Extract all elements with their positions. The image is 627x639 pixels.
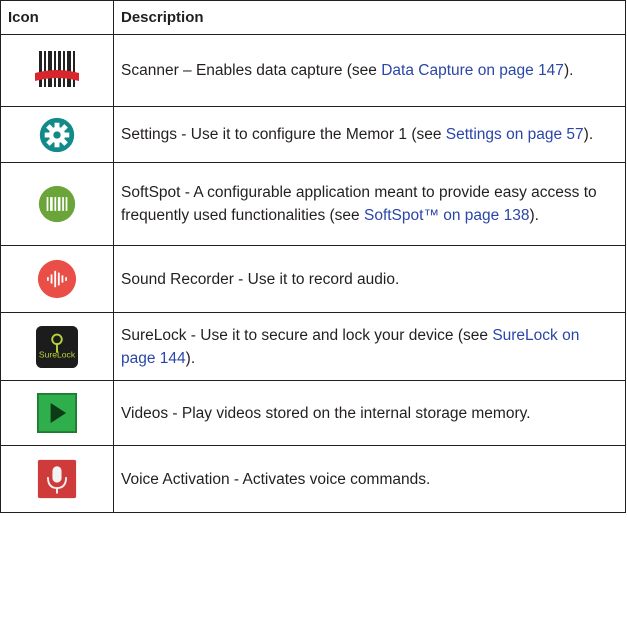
sound-recorder-icon — [37, 259, 77, 299]
table-row: Voice Activation - Activates voice comma… — [0, 445, 626, 513]
voice-activation-microphone-icon — [37, 459, 77, 499]
page-link[interactable]: Data Capture on page 147 — [381, 62, 564, 79]
table-row: SureLock SureLock - Use it to secure and… — [0, 312, 626, 381]
description-cell: Voice Activation - Activates voice comma… — [113, 445, 626, 513]
header-icon: Icon — [0, 0, 114, 35]
table-row: Sound Recorder - Use it to record audio. — [0, 245, 626, 313]
videos-play-icon — [37, 393, 77, 433]
softspot-barcode-icon — [38, 185, 76, 223]
description-cell: SoftSpot - A configurable application me… — [113, 162, 626, 246]
table-row: SoftSpot - A configurable application me… — [0, 162, 626, 246]
row-text-end: ). — [529, 207, 539, 224]
row-text: Voice Activation - Activates voice comma… — [121, 470, 431, 488]
page-link[interactable]: SoftSpot™ on page 138 — [364, 207, 529, 224]
icon-cell: SureLock — [0, 312, 114, 381]
icon-cell — [0, 380, 114, 446]
header-description: Description — [113, 0, 626, 35]
description-cell: Scanner – Enables data capture (see Data… — [113, 34, 626, 107]
row-text: Videos - Play videos stored on the inter… — [121, 404, 531, 422]
apps-table: Icon Description Scanner – Enables data … — [0, 0, 626, 513]
table-row: Scanner – Enables data capture (see Data… — [0, 34, 626, 107]
icon-cell — [0, 34, 114, 107]
icon-cell — [0, 162, 114, 246]
description-cell: Videos - Play videos stored on the inter… — [113, 380, 626, 446]
description-cell: Settings - Use it to configure the Memor… — [113, 106, 626, 163]
scanner-icon — [35, 50, 79, 87]
row-text-end: ). — [185, 349, 196, 367]
table-row: Settings - Use it to configure the Memor… — [0, 106, 626, 163]
description-cell: SureLock - Use it to secure and lock you… — [113, 312, 626, 381]
row-text-end: ). — [583, 126, 594, 143]
icon-cell — [0, 245, 114, 313]
row-text: Scanner – Enables data capture (see — [121, 62, 382, 79]
icon-cell — [0, 445, 114, 513]
table-row: Videos - Play videos stored on the inter… — [0, 380, 626, 446]
surelock-icon: SureLock — [36, 325, 78, 368]
row-text: SureLock - Use it to secure and lock you… — [121, 326, 493, 344]
description-cell: Sound Recorder - Use it to record audio. — [113, 245, 626, 313]
table-header-row: Icon Description — [0, 0, 626, 35]
page-link[interactable]: Settings on page 57 — [446, 126, 584, 143]
settings-gear-icon — [39, 117, 75, 152]
surelock-icon-label: SureLock — [39, 349, 76, 359]
row-text: Sound Recorder - Use it to record audio. — [121, 270, 400, 288]
row-text-end: ). — [563, 62, 574, 79]
row-text: Settings - Use it to configure the Memor… — [121, 126, 446, 143]
icon-cell — [0, 106, 114, 163]
